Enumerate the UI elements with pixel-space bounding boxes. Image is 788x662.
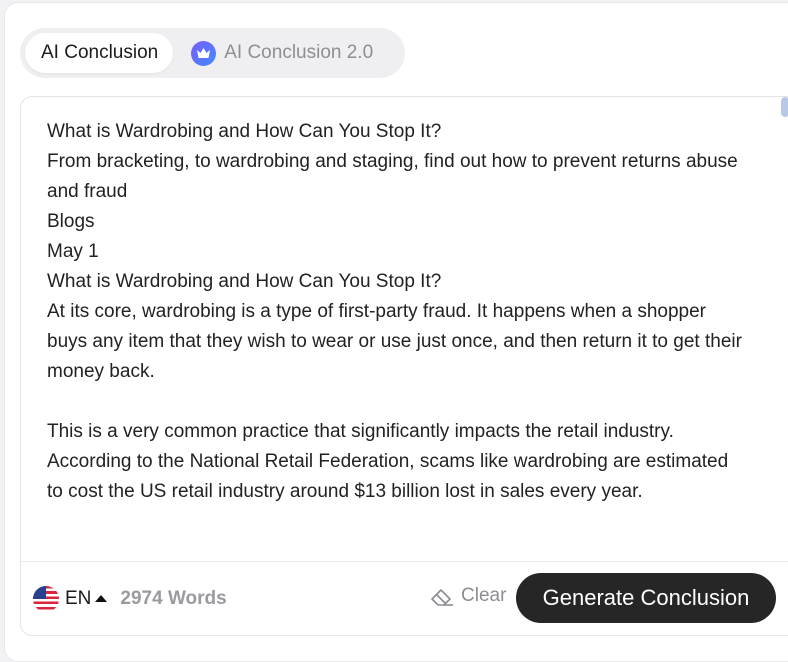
editor-line: Blogs bbox=[47, 211, 95, 232]
language-code: EN bbox=[65, 588, 92, 609]
scroll-thumb[interactable] bbox=[781, 97, 788, 117]
generate-conclusion-button[interactable]: Generate Conclusion bbox=[516, 573, 776, 623]
tab-label: AI Conclusion 2.0 bbox=[224, 42, 374, 63]
tab-ai-conclusion-2[interactable]: AI Conclusion 2.0 bbox=[173, 33, 373, 73]
caret-up-icon bbox=[95, 594, 108, 602]
editor-line: At its core, wardrobing is a type of fir… bbox=[47, 301, 747, 382]
word-count: 2974 Words bbox=[120, 588, 227, 609]
tab-label: AI Conclusion bbox=[41, 42, 159, 63]
editor-line: What is Wardrobing and How Can You Stop … bbox=[47, 271, 442, 292]
clear-button[interactable]: Clear bbox=[429, 584, 506, 608]
text-editor[interactable]: What is Wardrobing and How Can You Stop … bbox=[20, 96, 788, 636]
editor-footer: EN 2974 Words Clear Generate Conclusion bbox=[21, 562, 788, 636]
editor-content[interactable]: What is Wardrobing and How Can You Stop … bbox=[47, 117, 747, 557]
mode-tabs: AI Conclusion AI Conclusion 2.0 bbox=[20, 28, 405, 78]
editor-line: May 1 bbox=[47, 241, 99, 262]
us-flag-icon bbox=[33, 586, 59, 612]
editor-line: From bracketing, to wardrobing and stagi… bbox=[47, 151, 744, 202]
scrollbar[interactable] bbox=[781, 97, 788, 562]
eraser-icon bbox=[431, 589, 453, 606]
editor-line: What is Wardrobing and How Can You Stop … bbox=[47, 121, 442, 142]
tab-ai-conclusion[interactable]: AI Conclusion bbox=[25, 33, 174, 73]
language-selector[interactable]: EN 2974 Words bbox=[33, 586, 227, 612]
editor-line bbox=[47, 387, 747, 417]
editor-line: This is a very common practice that sign… bbox=[47, 421, 734, 502]
crown-icon bbox=[191, 40, 217, 66]
clear-label: Clear bbox=[461, 585, 507, 606]
